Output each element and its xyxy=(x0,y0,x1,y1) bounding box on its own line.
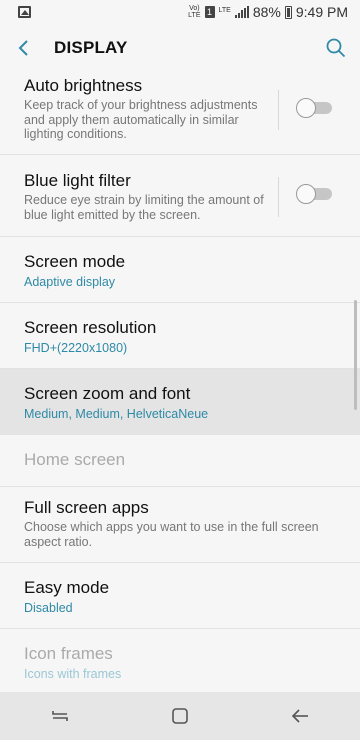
battery-percent: 88% xyxy=(252,4,281,20)
setting-home-screen[interactable]: Home screen xyxy=(0,435,360,487)
setting-title: Auto brightness xyxy=(24,76,143,95)
settings-list[interactable]: Auto brightness Keep track of your brigh… xyxy=(0,72,360,692)
setting-screen-mode[interactable]: Screen mode Adaptive display xyxy=(0,237,360,303)
setting-title: Home screen xyxy=(24,450,126,469)
lte-label: LTE xyxy=(218,7,231,14)
setting-auto-brightness[interactable]: Auto brightness Keep track of your brigh… xyxy=(0,72,360,155)
divider xyxy=(278,177,279,217)
setting-value: Medium, Medium, HelveticaNeue xyxy=(24,407,209,421)
setting-value: Adaptive display xyxy=(24,275,116,289)
setting-title: Icon frames xyxy=(24,644,113,663)
setting-screen-resolution[interactable]: Screen resolution FHD+(2220x1080) xyxy=(0,303,360,369)
app-header: DISPLAY xyxy=(0,24,360,72)
setting-title: Full screen apps xyxy=(24,498,149,517)
setting-icon-frames[interactable]: Icon frames Icons with frames xyxy=(0,629,360,692)
setting-title: Blue light filter xyxy=(24,171,131,190)
home-button[interactable] xyxy=(150,692,210,740)
blue-light-filter-toggle[interactable] xyxy=(296,184,332,204)
navigation-bar xyxy=(0,692,360,740)
setting-value: FHD+(2220x1080) xyxy=(24,341,128,355)
setting-description: Keep track of your brightness adjustment… xyxy=(24,98,258,141)
image-icon xyxy=(18,6,31,18)
page-title: DISPLAY xyxy=(54,38,128,57)
setting-title: Screen zoom and font xyxy=(24,384,191,403)
signal-icon xyxy=(234,6,249,18)
search-button[interactable] xyxy=(312,24,360,72)
setting-screen-zoom-and-font[interactable]: Screen zoom and font Medium, Medium, Hel… xyxy=(0,369,360,435)
home-icon xyxy=(172,708,188,724)
volte-bottom: LTE xyxy=(188,12,201,19)
search-icon xyxy=(326,38,346,58)
nav-back-button[interactable] xyxy=(270,692,330,740)
setting-value: Disabled xyxy=(24,601,73,615)
setting-full-screen-apps[interactable]: Full screen apps Choose which apps you w… xyxy=(0,487,360,563)
clock: 9:49 PM xyxy=(295,4,348,20)
recents-icon xyxy=(52,711,68,721)
sim-indicator: 1 xyxy=(204,6,215,18)
setting-value: Icons with frames xyxy=(24,667,122,681)
status-bar: Vo) LTE 1 LTE 88% 9:49 PM xyxy=(0,0,360,24)
volte-indicator: Vo) LTE xyxy=(188,5,200,19)
back-button[interactable] xyxy=(0,24,48,72)
setting-title: Easy mode xyxy=(24,578,110,597)
setting-description: Reduce eye strain by limiting the amount… xyxy=(24,193,264,222)
setting-title: Screen mode xyxy=(24,252,126,271)
setting-blue-light-filter[interactable]: Blue light filter Reduce eye strain by l… xyxy=(0,155,360,237)
back-icon xyxy=(291,709,308,723)
setting-easy-mode[interactable]: Easy mode Disabled xyxy=(0,563,360,629)
setting-title: Screen resolution xyxy=(24,318,157,337)
auto-brightness-toggle[interactable] xyxy=(296,98,332,118)
volte-top: Vo) xyxy=(189,5,200,12)
battery-icon xyxy=(284,5,292,19)
setting-description: Choose which apps you want to use in the… xyxy=(24,520,319,549)
divider xyxy=(278,90,279,130)
recents-button[interactable] xyxy=(30,692,90,740)
back-arrow-icon xyxy=(18,40,28,56)
scrollbar[interactable] xyxy=(354,300,357,410)
